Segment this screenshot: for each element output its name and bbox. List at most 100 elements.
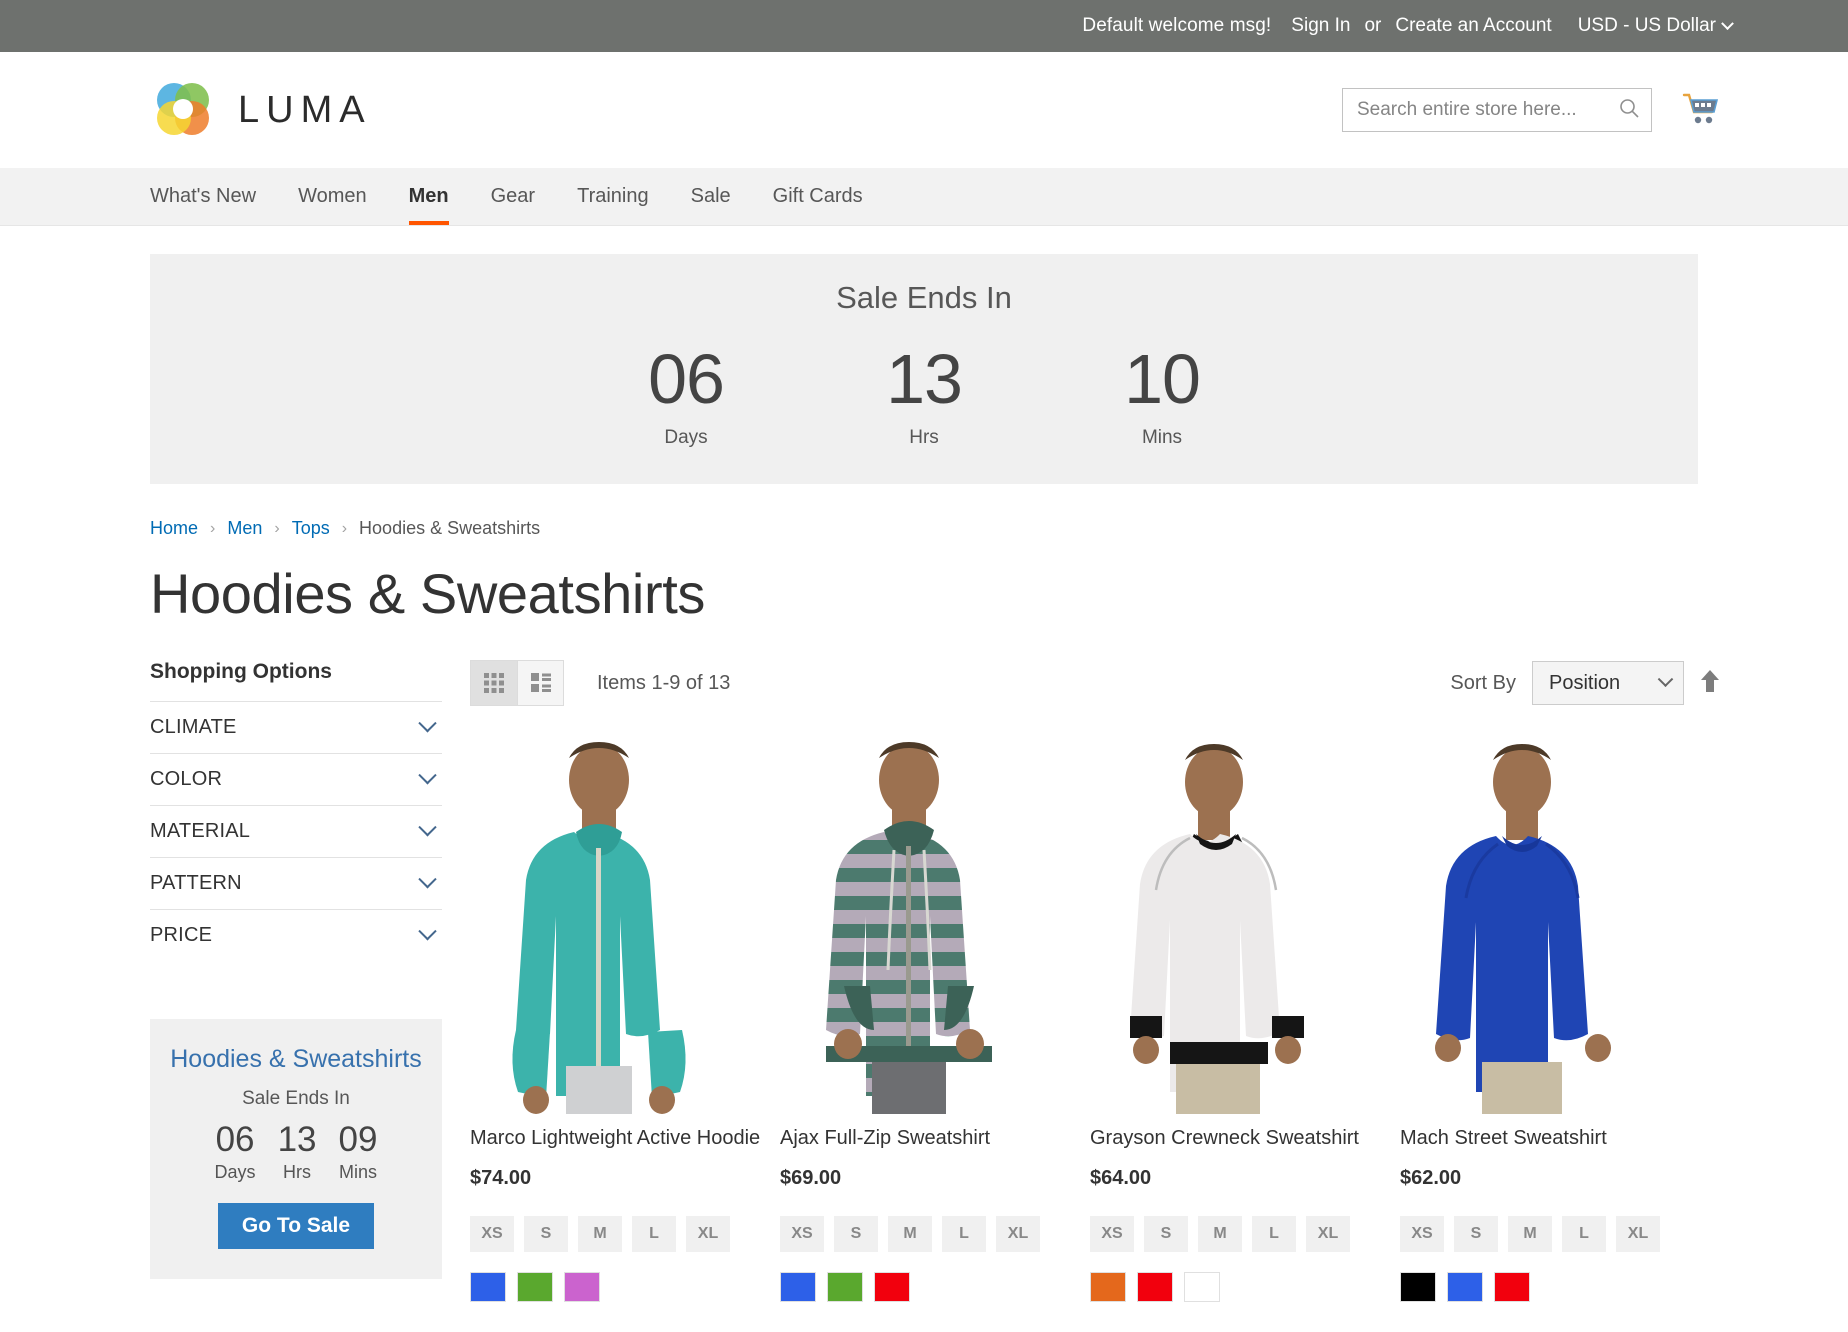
breadcrumb: Home › Men › Tops › Hoodies & Sweatshirt… xyxy=(150,518,1848,539)
filter-material[interactable]: MATERIAL xyxy=(150,805,442,857)
product-name[interactable]: Marco Lightweight Active Hoodie xyxy=(470,1126,780,1150)
nav-item-whats-new[interactable]: What's New xyxy=(150,168,277,225)
nav-item-training[interactable]: Training xyxy=(556,168,670,225)
size-swatch-xl[interactable]: XL xyxy=(1306,1216,1350,1252)
color-swatch[interactable] xyxy=(1447,1272,1483,1302)
nav-label: Men xyxy=(408,185,449,207)
size-swatch-l[interactable]: L xyxy=(1252,1216,1296,1252)
product-image[interactable] xyxy=(780,728,1038,1114)
nav-item-women[interactable]: Women xyxy=(277,168,388,225)
filter-price[interactable]: PRICE xyxy=(150,909,442,961)
create-account-link[interactable]: Create an Account xyxy=(1395,15,1551,37)
size-swatch-s[interactable]: S xyxy=(1144,1216,1188,1252)
size-swatch-xs[interactable]: XS xyxy=(1400,1216,1444,1252)
nav-label: Gear xyxy=(490,185,536,207)
chevron-down-icon xyxy=(418,818,437,837)
nav-item-gift-cards[interactable]: Gift Cards xyxy=(752,168,884,225)
product-item: Ajax Full-Zip Sweatshirt $69.00 XS S M L… xyxy=(780,728,1090,1302)
size-swatch-m[interactable]: M xyxy=(1198,1216,1242,1252)
product-item: Grayson Crewneck Sweatshirt $64.00 XS S … xyxy=(1090,728,1400,1302)
color-swatch[interactable] xyxy=(1184,1272,1220,1302)
countdown-days: 06 Days xyxy=(631,343,741,449)
nav-item-men[interactable]: Men xyxy=(388,168,470,225)
color-swatch[interactable] xyxy=(780,1272,816,1302)
size-swatch-xs[interactable]: XS xyxy=(470,1216,514,1252)
size-swatch-xs[interactable]: XS xyxy=(1090,1216,1134,1252)
sorter: Sort By Position xyxy=(1450,661,1720,705)
size-swatch-m[interactable]: M xyxy=(1508,1216,1552,1252)
search-box[interactable] xyxy=(1342,88,1652,132)
color-swatch[interactable] xyxy=(1090,1272,1126,1302)
promo-countdown-mins: 09 Mins xyxy=(339,1120,378,1183)
nav-label: Gift Cards xyxy=(772,185,863,207)
size-swatch-l[interactable]: L xyxy=(942,1216,986,1252)
nav-item-sale[interactable]: Sale xyxy=(670,168,752,225)
shopping-cart-icon[interactable] xyxy=(1682,92,1720,128)
breadcrumb-item-men[interactable]: Men xyxy=(227,518,262,539)
size-swatch-l[interactable]: L xyxy=(1562,1216,1606,1252)
breadcrumb-item-tops[interactable]: Tops xyxy=(292,518,330,539)
color-swatch[interactable] xyxy=(564,1272,600,1302)
size-swatch-xl[interactable]: XL xyxy=(686,1216,730,1252)
product-name[interactable]: Mach Street Sweatshirt xyxy=(1400,1126,1710,1150)
color-swatch[interactable] xyxy=(1494,1272,1530,1302)
sort-by-label: Sort By xyxy=(1450,671,1516,694)
search-icon[interactable] xyxy=(1617,96,1641,125)
currency-switcher[interactable]: USD - US Dollar xyxy=(1577,15,1734,37)
countdown-mins-label: Mins xyxy=(1141,427,1183,449)
color-swatch[interactable] xyxy=(517,1272,553,1302)
product-image[interactable] xyxy=(470,728,728,1114)
size-swatch-xl[interactable]: XL xyxy=(1616,1216,1660,1252)
arrow-up-icon[interactable] xyxy=(1700,669,1720,698)
logo-link[interactable]: LUMA xyxy=(150,77,372,143)
promo-countdown-hours: 13 Hrs xyxy=(278,1120,317,1183)
search-input[interactable] xyxy=(1357,99,1617,121)
product-image[interactable] xyxy=(1090,728,1348,1114)
product-name[interactable]: Ajax Full-Zip Sweatshirt xyxy=(780,1126,1090,1150)
sort-select[interactable]: Position xyxy=(1532,661,1684,705)
header-actions xyxy=(1342,88,1720,132)
size-swatch-m[interactable]: M xyxy=(888,1216,932,1252)
filter-color[interactable]: COLOR xyxy=(150,753,442,805)
product-name[interactable]: Grayson Crewneck Sweatshirt xyxy=(1090,1126,1400,1150)
product-image[interactable] xyxy=(1400,728,1658,1114)
or-text: or xyxy=(1364,15,1382,36)
filter-label: PATTERN xyxy=(150,872,242,894)
list-view-icon[interactable] xyxy=(517,661,563,705)
color-swatch[interactable] xyxy=(1400,1272,1436,1302)
size-swatch-s[interactable]: S xyxy=(1454,1216,1498,1252)
promo-countdown: 06 Days 13 Hrs 09 Mins xyxy=(170,1120,422,1183)
items-count: Items 1-9 of 13 xyxy=(597,671,731,694)
countdown-hours-label: Hrs xyxy=(909,427,939,449)
nav-label: What's New xyxy=(150,185,257,207)
size-swatches: XS S M L XL xyxy=(1090,1216,1400,1252)
sign-in-link[interactable]: Sign In xyxy=(1291,15,1350,37)
welcome-message: Default welcome msg! xyxy=(1082,15,1272,36)
filter-pattern[interactable]: PATTERN xyxy=(150,857,442,909)
product-item: Marco Lightweight Active Hoodie $74.00 X… xyxy=(470,728,780,1302)
filter-climate[interactable]: CLIMATE xyxy=(150,701,442,753)
size-swatch-m[interactable]: M xyxy=(578,1216,622,1252)
countdown-hours: 13 Hrs xyxy=(869,343,979,449)
color-swatch[interactable] xyxy=(470,1272,506,1302)
filter-label: COLOR xyxy=(150,768,223,790)
breadcrumb-item-home[interactable]: Home xyxy=(150,518,198,539)
currency-label: USD - US Dollar xyxy=(1577,15,1716,36)
promo-title: Hoodies & Sweatshirts xyxy=(170,1045,422,1073)
size-swatch-xl[interactable]: XL xyxy=(996,1216,1040,1252)
color-swatch[interactable] xyxy=(874,1272,910,1302)
color-swatch[interactable] xyxy=(1137,1272,1173,1302)
size-swatch-s[interactable]: S xyxy=(524,1216,568,1252)
breadcrumb-separator-icon: › xyxy=(274,519,280,537)
nav-item-gear[interactable]: Gear xyxy=(470,168,556,225)
size-swatch-s[interactable]: S xyxy=(834,1216,878,1252)
product-price: $74.00 xyxy=(470,1167,532,1189)
promo-countdown-days: 06 Days xyxy=(215,1120,256,1183)
size-swatch-xs[interactable]: XS xyxy=(780,1216,824,1252)
filter-label: MATERIAL xyxy=(150,820,251,842)
grid-view-icon[interactable] xyxy=(471,661,517,705)
go-to-sale-button[interactable]: Go To Sale xyxy=(217,1202,375,1249)
color-swatch[interactable] xyxy=(827,1272,863,1302)
size-swatch-l[interactable]: L xyxy=(632,1216,676,1252)
countdown-days-label: Days xyxy=(664,427,708,449)
